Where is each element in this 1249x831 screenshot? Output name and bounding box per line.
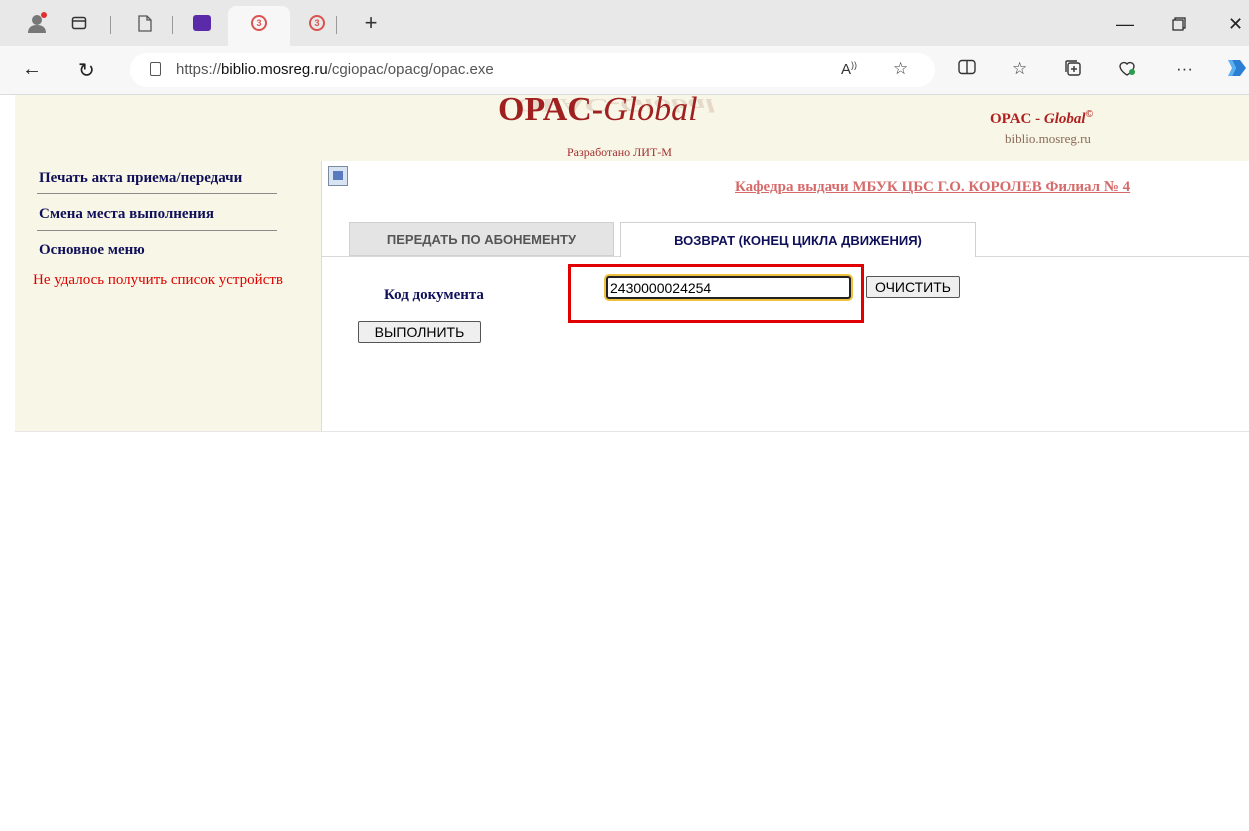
favorites-icon[interactable]: ☆ [1012,59,1027,79]
tab-favicon-icon[interactable]: 3 [304,8,330,38]
department-link[interactable]: Кафедра выдачи МБУК ЦБС Г.О. КОРОЛЕВ Фил… [735,179,1130,196]
url-text[interactable]: https://biblio.mosreg.ru/cgiopac/opacg/o… [176,61,494,78]
refresh-icon[interactable]: ↻ [78,58,95,83]
sidebar: Печать акта приема/передачи Смена места … [15,161,322,431]
tab-separator [110,16,111,34]
back-icon[interactable]: ← [22,58,42,81]
copilot-icon[interactable] [1226,57,1248,84]
tab-app-icon[interactable] [189,8,215,38]
address-bar[interactable]: https://biblio.mosreg.ru/cgiopac/opacg/o… [130,53,935,87]
lock-icon[interactable] [150,62,161,76]
device-list-error: Не удалось получить список устройств [33,272,283,288]
page: OPAC-Global OPAC-Global Разработано ЛИТ-… [0,91,1249,831]
collections-icon[interactable] [1064,59,1082,82]
close-window-icon[interactable]: ✕ [1228,14,1243,35]
sidebar-divider [37,230,277,231]
tab-favicon-icon[interactable]: 3 [246,8,272,38]
tab-lend-subscription[interactable]: ПЕРЕДАТЬ ПО АБОНЕМЕНТУ [349,222,614,256]
favorite-star-icon[interactable]: ☆ [893,59,908,79]
browser-tab-bar: 3 3 + — ✕ [0,0,1249,46]
clear-button[interactable]: ОЧИСТИТЬ [866,276,960,298]
address-toolbar: ← ↻ https://biblio.mosreg.ru/cgiopac/opa… [0,46,1249,95]
brand-site: biblio.mosreg.ru [1005,131,1091,146]
brand-title: OPAC - Global© [990,109,1094,127]
sidebar-item-main-menu[interactable]: Основное меню [39,242,145,259]
opac-logo: OPAC-Global [498,91,698,128]
new-tab-icon[interactable]: + [358,8,384,38]
sidebar-item-change-location[interactable]: Смена места выполнения [39,206,214,223]
tab-blank-page-icon[interactable] [132,8,158,38]
sidebar-divider [37,193,277,194]
developer-label: Разработано ЛИТ-М [567,145,672,159]
main-content: Кафедра выдачи МБУК ЦБС Г.О. КОРОЛЕВ Фил… [322,161,1249,431]
document-code-label: Код документа [384,287,484,303]
content-divider [15,431,1249,432]
context-help-icon[interactable] [328,166,348,186]
browser-essentials-icon[interactable] [1118,59,1136,82]
minimize-icon[interactable]: — [1116,14,1134,35]
document-code-input[interactable] [606,276,851,299]
read-aloud-icon[interactable]: A)) [841,60,857,78]
execute-button[interactable]: ВЫПОЛНИТЬ [358,321,481,343]
tab-separator [336,16,337,34]
sidebar-item-print-act[interactable]: Печать акта приема/передачи [39,170,242,187]
split-screen-icon[interactable] [958,59,976,80]
tab-separator [172,16,173,34]
opac-header: OPAC-Global OPAC-Global Разработано ЛИТ-… [15,91,1249,161]
profile-avatar-icon[interactable] [22,8,52,38]
more-icon[interactable]: ··· [1176,59,1193,79]
tab-return[interactable]: ВОЗВРАТ (КОНЕЦ ЦИКЛА ДВИЖЕНИЯ) [620,222,976,257]
tab-actions-icon[interactable] [66,8,92,38]
restore-icon[interactable] [1172,15,1186,36]
